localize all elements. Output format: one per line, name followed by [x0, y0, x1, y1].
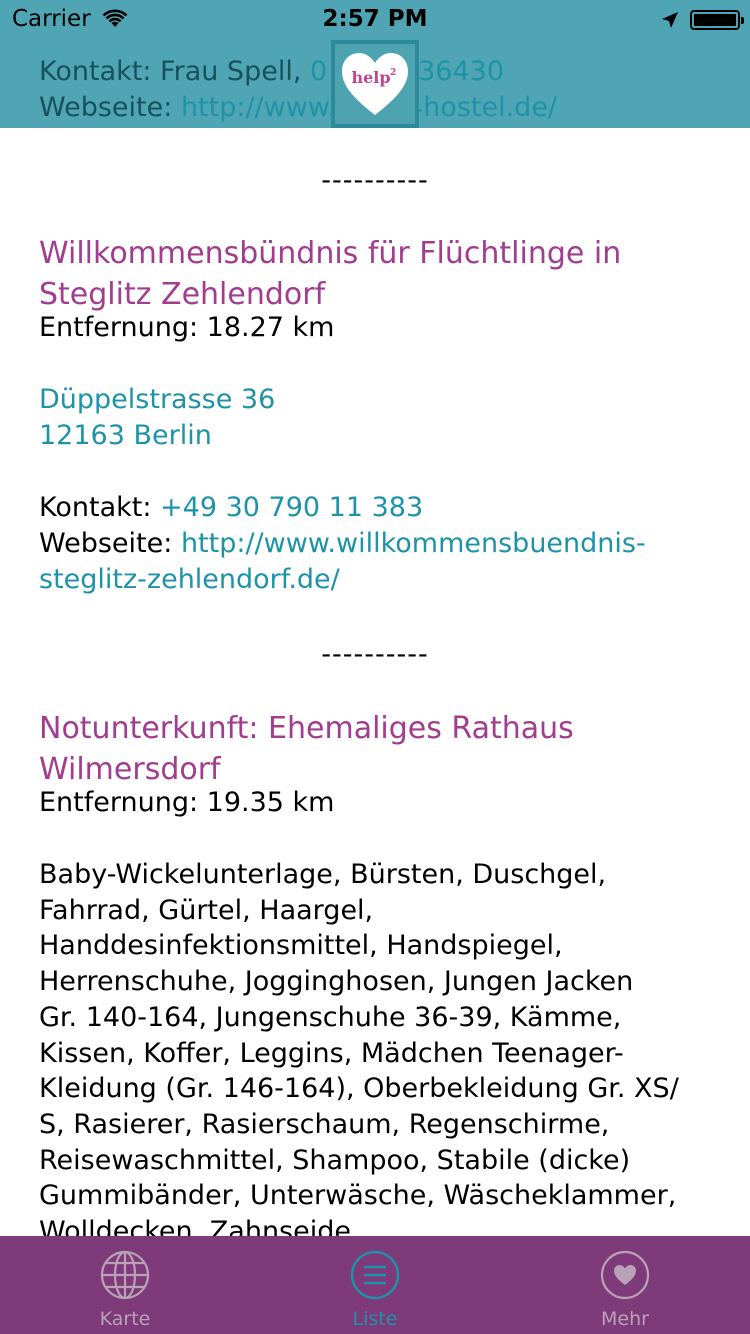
entry-title[interactable]: Notunterkunft: Ehemaliges Rathaus: [39, 708, 719, 749]
tab-label: Mehr: [601, 1308, 649, 1330]
tab-bar: Karte Liste Mehr: [0, 1236, 750, 1334]
phone-link[interactable]: +49 30 790 11 383: [160, 492, 423, 523]
status-time: 2:57 PM: [322, 6, 428, 32]
needs-line: Baby-Wickelunterlage, Bürsten, Duschgel,: [39, 859, 607, 890]
header-website-label: Webseite:: [39, 92, 173, 123]
entry-distance: Entfernung: 18.27 km: [39, 312, 335, 343]
needs-line: S, Rasierer, Rasierschaum, Regenschirme,: [39, 1108, 610, 1140]
entry-website: Webseite: http://www.willkommensbuendnis…: [39, 526, 719, 562]
globe-icon: [100, 1250, 150, 1300]
entry-title[interactable]: Wilmersdorf: [39, 749, 719, 790]
tab-karte[interactable]: Karte: [0, 1236, 250, 1334]
separator: ----------: [321, 639, 429, 670]
entry-contact: Kontakt: +49 30 790 11 383: [39, 490, 719, 526]
tab-liste[interactable]: Liste: [250, 1236, 500, 1334]
needs-line: Gr. 140-164, Jungenschuhe 36-39, Kämme,: [39, 1001, 622, 1033]
needs-line: Gummibänder, Unterwäsche, Wäscheklammer,: [39, 1180, 677, 1212]
header-website-start[interactable]: http://www.: [181, 92, 336, 123]
separator: ----------: [321, 165, 429, 196]
location-arrow-icon: [662, 12, 678, 28]
battery-icon: [690, 10, 744, 30]
logo-text: help: [351, 68, 390, 87]
header-contact: Kontakt: Frau Spell, 00 736430: [39, 54, 504, 90]
needs-line: Reisewaschmittel, Shampoo, Stabile (dick…: [39, 1144, 631, 1176]
heart-logo-icon: help 2: [342, 53, 408, 115]
tab-label: Liste: [352, 1308, 398, 1330]
tab-mehr[interactable]: Mehr: [500, 1236, 750, 1334]
entry-needs: Baby-Wickelunterlage, Bürsten, Duschgel,…: [39, 857, 719, 1236]
entry-distance: Entfernung: 19.35 km: [39, 787, 335, 818]
header-phone-start[interactable]: 0: [310, 56, 327, 87]
website-link[interactable]: http://www.willkommensbuendnis-: [181, 528, 646, 559]
entry-title[interactable]: Willkommensbündnis für Flüchtlinge in: [39, 233, 719, 274]
header-website: Webseite: http://www. 4hostel.de/: [39, 90, 557, 126]
heart-icon: [600, 1250, 650, 1300]
needs-line: Fahrrad, Gürtel, Haargel,: [39, 894, 374, 926]
website-label: Webseite:: [39, 528, 173, 559]
entry-address[interactable]: 12163 Berlin: [39, 418, 719, 454]
logo-superscript: 2: [390, 68, 396, 78]
needs-line: Kissen, Koffer, Leggins, Mädchen Teenage…: [39, 1037, 624, 1069]
needs-line: Herrenschuhe, Jogginghosen, Jungen Jacke…: [39, 966, 634, 998]
list-item: Notunterkunft: Ehemaliges Rathaus Wilmer…: [39, 708, 719, 1236]
entry-title[interactable]: Steglitz Zehlendorf: [39, 274, 719, 315]
header-contact-label: Kontakt: Frau Spell,: [39, 56, 302, 87]
results-list[interactable]: ---------- Willkommensbündnis für Flücht…: [0, 0, 750, 1236]
website-link[interactable]: steglitz-zehlendorf.de/: [39, 562, 719, 598]
needs-line: Handdesinfektionsmittel, Handspiegel,: [39, 930, 563, 962]
tab-label: Karte: [99, 1308, 151, 1330]
list-icon: [350, 1250, 400, 1300]
header-website-end[interactable]: 4hostel.de/: [406, 92, 557, 123]
list-item: Willkommensbündnis für Flüchtlinge in St…: [39, 233, 719, 598]
needs-line: Wolldecken, Zahnseide: [39, 1216, 351, 1236]
status-bar: Carrier 2:57 PM: [0, 0, 750, 40]
top-header: Kontakt: Frau Spell, 00 736430 Webseite:…: [0, 0, 750, 128]
contact-label: Kontakt:: [39, 492, 152, 523]
app-logo[interactable]: help 2: [331, 40, 419, 128]
needs-line: Kleidung (Gr. 146-164), Oberbekleidung G…: [39, 1073, 679, 1105]
entry-address[interactable]: Düppelstrasse 36: [39, 382, 719, 418]
